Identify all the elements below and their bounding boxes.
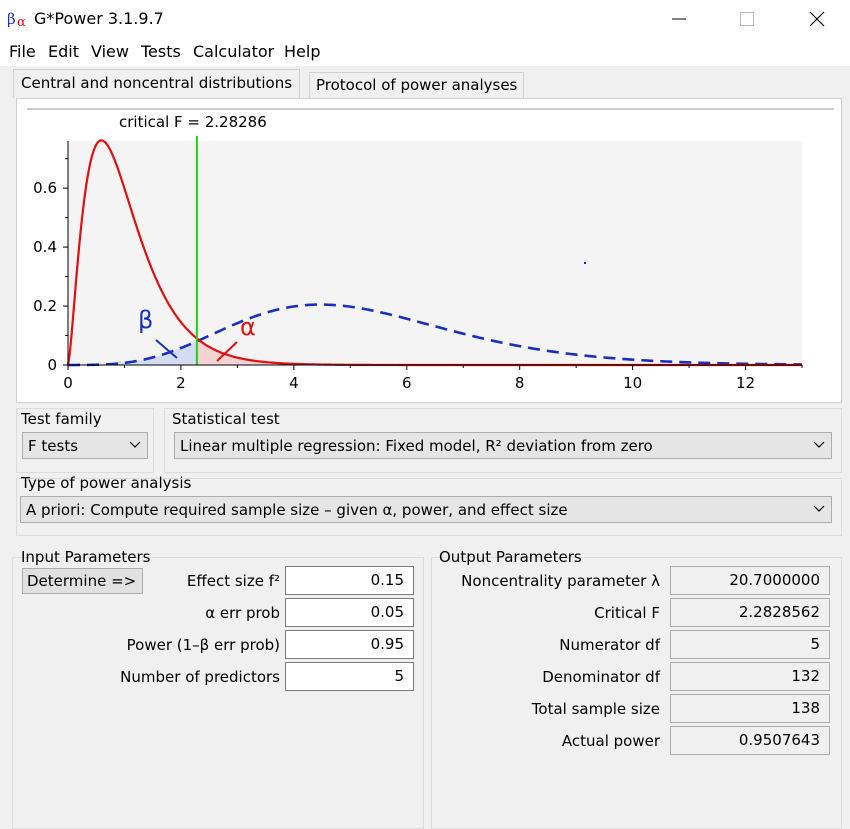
total-sample-size-value: 138 — [670, 694, 830, 723]
menu-view[interactable]: View — [91, 42, 129, 61]
y-tick-label: 0 — [47, 356, 57, 374]
svg-text:β: β — [7, 10, 16, 28]
maximize-button[interactable] — [724, 3, 770, 35]
y-tick-label: 0.6 — [33, 179, 57, 197]
effect-size-label: Effect size f² — [186, 572, 280, 590]
noncentrality-label: Noncentrality parameter λ — [461, 572, 660, 590]
x-tick-label: 4 — [289, 374, 299, 392]
noncentrality-value: 20.7000000 — [670, 566, 830, 595]
minimize-button[interactable] — [656, 3, 702, 35]
beta-symbol: β — [138, 306, 153, 334]
statistical-test-label: Statistical test — [172, 410, 280, 428]
power-analysis-label: Type of power analysis — [21, 474, 192, 492]
critical-f-output-label: Critical F — [594, 604, 660, 622]
test-family-select[interactable]: F tests — [22, 432, 148, 459]
close-button[interactable] — [794, 3, 840, 35]
menu-edit[interactable]: Edit — [48, 42, 79, 61]
x-tick-label: 6 — [402, 374, 412, 392]
numerator-df-label: Numerator df — [559, 636, 660, 654]
x-tick-label: 10 — [623, 374, 642, 392]
maximize-icon — [740, 12, 754, 26]
statistical-test-select[interactable]: Linear multiple regression: Fixed model,… — [174, 432, 832, 459]
actual-power-label: Actual power — [561, 732, 660, 750]
alpha-err-field[interactable]: 0.05 — [285, 598, 414, 627]
effect-size-field[interactable]: 0.15 — [285, 566, 414, 595]
menu-tests[interactable]: Tests — [141, 42, 181, 61]
y-tick-label: 0.2 — [33, 297, 57, 315]
menu-file[interactable]: File — [9, 42, 36, 61]
close-icon — [809, 11, 825, 27]
total-sample-size-label: Total sample size — [531, 700, 660, 718]
x-tick-label: 0 — [63, 374, 73, 392]
y-tick-label: 0.4 — [33, 238, 57, 256]
determine-button[interactable]: Determine => — [22, 568, 143, 594]
output-parameters-title: Output Parameters — [439, 548, 582, 566]
critical-f-label: critical F = 2.28286 — [119, 113, 267, 131]
distribution-plot: 0 2 4 6 8 10 12 0 0.2 0.4 0.6 critical F = 2.28286… — [27, 108, 834, 392]
predictors-label: Number of predictors — [120, 668, 280, 686]
chevron-down-icon — [813, 441, 825, 448]
title-bar: β α G*Power 3.1.9.7 — [0, 0, 850, 38]
window-title: G*Power 3.1.9.7 — [34, 9, 164, 28]
menu-bar: File Edit View Tests Calculator Help — [0, 38, 850, 66]
statistical-test-value: Linear multiple regression: Fixed model,… — [180, 437, 653, 455]
distribution-plot-panel: 0 2 4 6 8 10 12 0 0.2 0.4 0.6 critical F = 2.28286… — [16, 98, 842, 403]
predictors-field[interactable]: 5 — [285, 662, 414, 691]
alpha-err-label: α err prob — [205, 604, 280, 622]
x-tick-label: 2 — [176, 374, 186, 392]
power-analysis-select[interactable]: A priori: Compute required sample size –… — [20, 496, 832, 523]
chevron-down-icon — [129, 441, 141, 448]
svg-text:α: α — [17, 15, 26, 29]
test-family-value: F tests — [28, 437, 79, 455]
menu-calculator[interactable]: Calculator — [193, 42, 274, 61]
x-tick-label: 8 — [515, 374, 525, 392]
input-parameters-title: Input Parameters — [21, 548, 151, 566]
alpha-symbol: α — [240, 313, 256, 341]
x-tick-label: 12 — [736, 374, 755, 392]
chevron-down-icon — [813, 505, 825, 512]
minimize-icon — [672, 18, 686, 20]
denominator-df-label: Denominator df — [542, 668, 660, 686]
power-analysis-value: A priori: Compute required sample size –… — [26, 501, 568, 519]
power-label: Power (1–β err prob) — [126, 636, 280, 654]
test-family-label: Test family — [21, 410, 102, 428]
critical-f-value: 2.2828562 — [670, 598, 830, 627]
actual-power-value: 0.9507643 — [670, 726, 830, 755]
numerator-df-value: 5 — [670, 630, 830, 659]
menu-help[interactable]: Help — [284, 42, 320, 61]
tab-protocol[interactable]: Protocol of power analyses — [309, 72, 525, 98]
plot-dot — [584, 262, 586, 264]
tab-distributions[interactable]: Central and noncentral distributions — [13, 69, 301, 98]
app-icon: β α — [7, 10, 26, 29]
power-field[interactable]: 0.95 — [285, 630, 414, 659]
denominator-df-value: 132 — [670, 662, 830, 691]
